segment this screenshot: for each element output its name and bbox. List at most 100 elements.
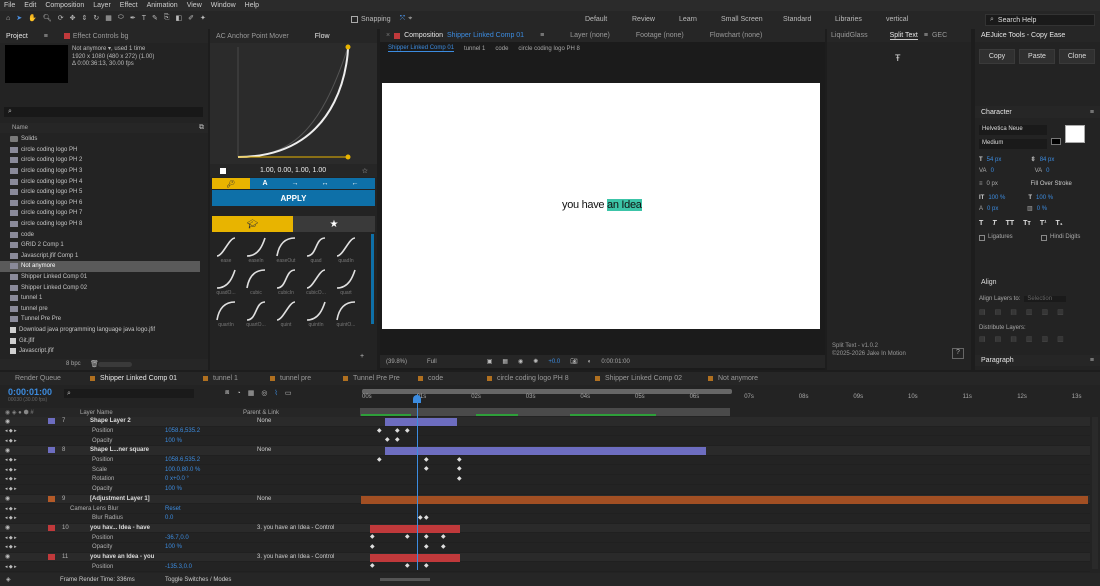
project-search-field[interactable]: ⌕	[4, 107, 203, 117]
tab-aejuice[interactable]: AEJuice Tools - Copy Ease	[981, 32, 1065, 39]
project-item[interactable]: tunnel pre	[0, 304, 200, 315]
visibility-eye-icon[interactable]: ◉	[5, 418, 10, 425]
workspace-learn[interactable]: Learn	[679, 16, 697, 23]
keyframe-icon[interactable]: ◆	[370, 563, 375, 569]
timeline-search[interactable]: ⌕	[64, 389, 194, 398]
parent-select[interactable]: 3. you have an Idea - Control	[257, 525, 334, 531]
menu-icon[interactable]: ≡	[924, 32, 928, 39]
visibility-eye-icon[interactable]: ◉	[5, 524, 10, 531]
project-item[interactable]: circle coding logo PH 4	[0, 176, 200, 187]
keyframe-icon[interactable]: ◆	[424, 515, 429, 521]
exposure-icon[interactable]: ✺	[533, 358, 538, 365]
project-item[interactable]: GRID 2 Comp 1	[0, 240, 200, 251]
timeline-scrollbar[interactable]	[1092, 417, 1098, 569]
preset-scrollbar[interactable]	[371, 234, 374, 324]
apply-button[interactable]: APPLY	[212, 190, 375, 206]
keyframe-nav-icon[interactable]: ◂ ◆ ▸	[5, 457, 17, 463]
parent-select[interactable]: 3. you have an Idea - Control	[257, 554, 334, 560]
project-item[interactable]: Tunnel Pre Pre	[0, 314, 200, 325]
crumb-code[interactable]: code	[495, 46, 508, 52]
ease-preset[interactable]: quintO...	[334, 300, 358, 328]
ease-preset[interactable]: quadIn	[334, 236, 358, 264]
text-tool-icon[interactable]: Ŧ	[895, 53, 901, 63]
keyframe-icon[interactable]: ◆	[424, 466, 429, 472]
workspace-review[interactable]: Review	[632, 16, 655, 23]
time-ruler[interactable]: 00s 01s 02s 03s 04s 05s 06s 07s 08s 09s 10s 11s 12s 1…	[360, 394, 1095, 408]
label-color-icon[interactable]	[48, 447, 55, 454]
keyframe-nav-icon[interactable]: ◂ ◆ ▸	[5, 476, 17, 482]
ease-preset[interactable]: quad	[304, 236, 328, 264]
property-value[interactable]: 1058.6,535.2	[165, 428, 200, 434]
align-vcenter-icon[interactable]: ▥	[1042, 308, 1049, 316]
zoom-slider[interactable]	[380, 578, 430, 581]
brush-tool-icon[interactable]: ✎	[152, 14, 158, 22]
timeline-tab[interactable]: tunnel pre	[280, 375, 311, 382]
project-item[interactable]: Not anymore	[0, 261, 200, 272]
ease-preset[interactable]: cubic	[244, 268, 268, 296]
layer-row[interactable]: ◉ 9 [Adjustment Layer 1] None	[0, 494, 1090, 505]
timeline-tab[interactable]: circle coding logo PH 8	[497, 375, 569, 382]
property-row[interactable]: ◂ ◆ ▸ Position 1058.6,535.2 ◆ ◆ ◆	[0, 426, 1090, 437]
font-style-select[interactable]: Medium	[979, 139, 1047, 149]
ellipse-tool-icon[interactable]: ⬭	[118, 14, 124, 22]
keyframe-nav-icon[interactable]: ◂ ◆ ▸	[5, 506, 17, 512]
ease-preset[interactable]: quartIn	[214, 300, 238, 328]
tab-project[interactable]: Project	[6, 33, 28, 40]
ease-preset[interactable]: easeIn	[244, 236, 268, 264]
resolution-select[interactable]: Full	[427, 359, 437, 365]
timeline-tab[interactable]: Shipper Linked Comp 01	[100, 375, 177, 382]
property-row[interactable]: ◂ ◆ ▸ Rotation 0 x+0.0 ° ◆	[0, 475, 1090, 485]
project-item[interactable]: Shipper Linked Comp 01	[0, 272, 200, 283]
camera-tool-icon[interactable]: ▦	[105, 14, 112, 22]
keyframe-icon[interactable]: ◆	[385, 437, 390, 443]
home-icon[interactable]: ⌂	[6, 15, 10, 22]
distribute-hcenter-icon[interactable]: ▥	[1042, 335, 1049, 343]
property-value[interactable]: 100 %	[165, 544, 182, 550]
superscript-icon[interactable]: T¹	[1040, 218, 1047, 229]
keyframe-icon[interactable]: ◆	[424, 544, 429, 550]
copy-button[interactable]: Copy	[979, 49, 1015, 64]
property-row[interactable]: ◂ ◆ ▸ Position -135.3,0.0 ◆ ◆ ◆	[0, 562, 1090, 572]
tracking-value[interactable]: 0	[1046, 166, 1049, 177]
keyframe-nav-icon[interactable]: ◂ ◆ ▸	[5, 535, 17, 541]
keyframe-icon[interactable]: ◆	[405, 563, 410, 569]
vertical-scale-value[interactable]: 100 %	[988, 193, 1024, 204]
col-layer-name[interactable]: Layer Name	[80, 410, 113, 416]
keyframe-icon[interactable]: ◆	[405, 428, 410, 434]
project-item[interactable]: circle coding logo PH 5	[0, 187, 200, 198]
tab-liquidglass[interactable]: LiquidGlass	[831, 32, 868, 39]
align-bottom-icon[interactable]: ▥	[1057, 308, 1064, 316]
clone-button[interactable]: Clone	[1059, 49, 1095, 64]
layer-row[interactable]: ◉ 8 Shape L...ner square None	[0, 446, 1090, 456]
project-item[interactable]: circle coding logo PH 6	[0, 198, 200, 209]
graph-editor-icon[interactable]: ⌇	[274, 389, 277, 397]
align-top-icon[interactable]: ▥	[1026, 308, 1033, 316]
distribute-left-icon[interactable]: ▥	[1026, 335, 1033, 343]
region-icon[interactable]: ▣	[487, 358, 493, 365]
chart-icon[interactable]: ▭	[285, 389, 292, 397]
stroke-type-select[interactable]: Fill Over Stroke	[1031, 179, 1072, 190]
tab-footage[interactable]: Footage (none)	[636, 32, 684, 39]
menu-layer[interactable]: Layer	[93, 2, 111, 9]
property-row[interactable]: ◂ ◆ ▸ Opacity 100 %	[0, 484, 1090, 495]
project-item[interactable]: tunnel 1	[0, 293, 200, 304]
snapping-checkbox[interactable]	[351, 15, 358, 23]
project-item[interactable]: circle coding logo PH 7	[0, 208, 200, 219]
keyframe-nav-icon[interactable]: ◂ ◆ ▸	[5, 515, 17, 521]
tab-anchor-point-mover[interactable]: AC Anchor Point Mover	[216, 33, 289, 40]
star-icon[interactable]: ☆	[362, 167, 368, 175]
distribute-bottom-icon[interactable]: ▤	[1010, 335, 1017, 343]
layer-name[interactable]: you have an Idea - you	[90, 554, 154, 560]
small-caps-icon[interactable]: Tт	[1023, 218, 1031, 229]
kerning-value[interactable]: 0	[991, 166, 1031, 177]
crumb-tunnel[interactable]: tunnel 1	[464, 46, 485, 52]
parent-select[interactable]: None	[257, 496, 271, 502]
property-row[interactable]: ◂ ◆ ▸ Position 1058.6,535.2 ◆ ◆ ◆	[0, 455, 1090, 466]
keyframe-icon[interactable]: ◆	[395, 428, 400, 434]
distribute-vcenter-icon[interactable]: ▤	[995, 335, 1002, 343]
property-value[interactable]: 1058.6,535.2	[165, 457, 200, 463]
menu-effect[interactable]: Effect	[120, 2, 138, 9]
comp-viewer-canvas[interactable]: you have an Idea	[382, 83, 820, 329]
baseline-value[interactable]: 0 px	[987, 204, 1023, 215]
arrow-both-icon[interactable]: ↔	[310, 180, 340, 187]
